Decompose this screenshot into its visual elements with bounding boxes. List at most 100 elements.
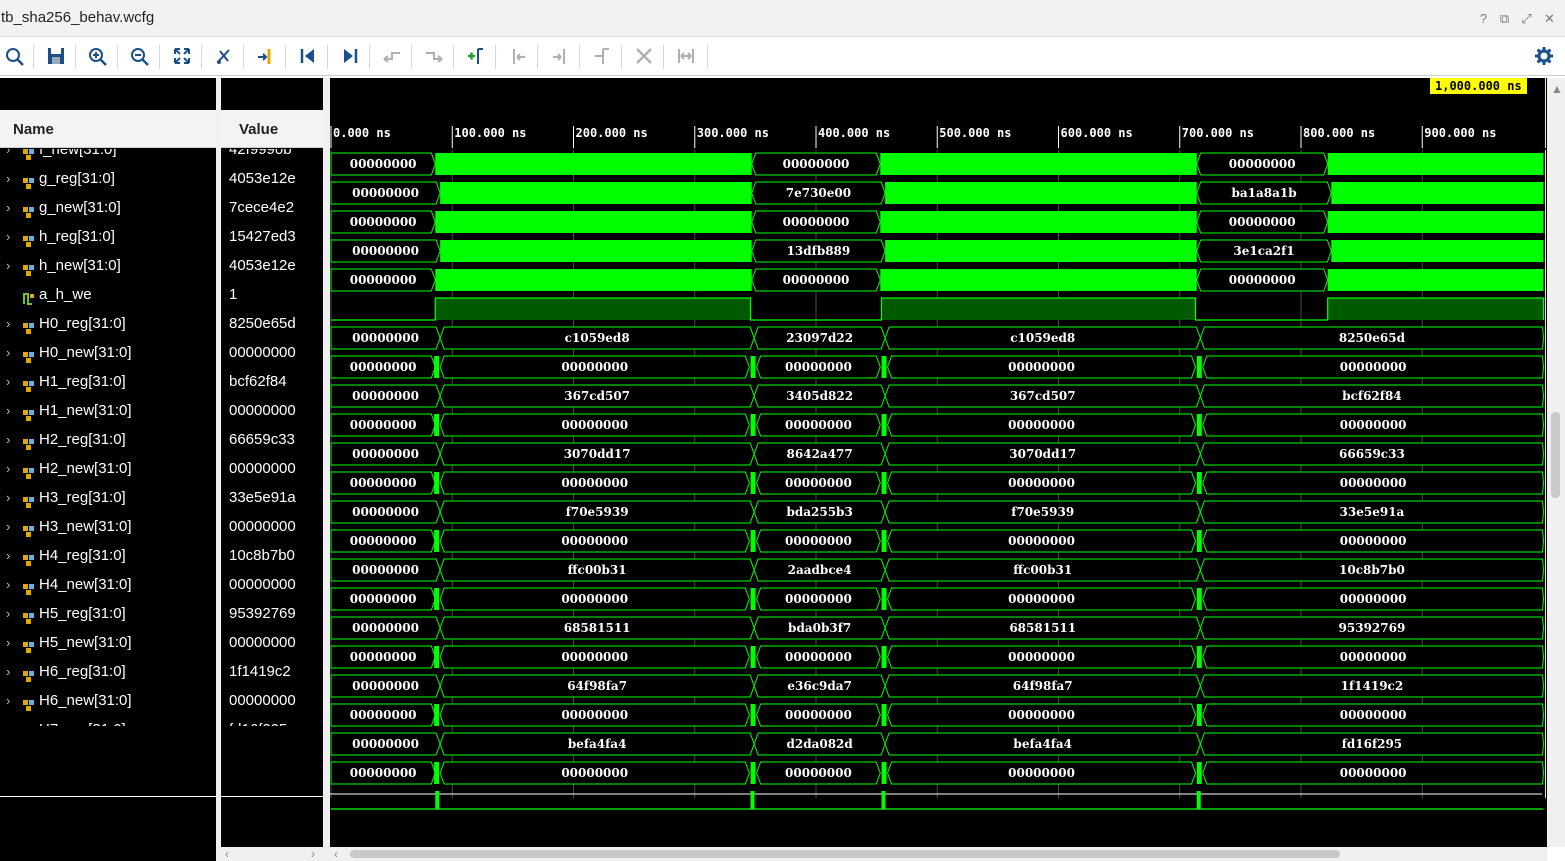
signal-row[interactable]: › H3_reg[31:0] [0,483,216,512]
maximize-icon[interactable]: ⤢ [1520,12,1533,25]
value-horizontal-scrollbar[interactable]: ‹ › [221,847,323,861]
signal-row[interactable]: › H0_new[31:0] [0,338,216,367]
expand-chevron-icon[interactable]: › [6,338,10,367]
signal-value: 15427ed3 [229,228,296,245]
help-icon[interactable]: ? [1477,12,1490,25]
cursor-time-label[interactable]: 1,000.000 ns [1430,78,1527,94]
busy-block [880,153,1197,175]
scroll-left-icon[interactable]: ‹ [225,847,229,861]
signal-row[interactable]: › H3_new[31:0] [0,512,216,541]
bus-value-label: 00000000 [785,592,852,606]
signal-row[interactable]: › H2_new[31:0] [0,454,216,483]
value-column-header[interactable]: Value [221,110,323,148]
transition-pulse [434,472,440,494]
toolbar-separator [159,45,160,69]
signal-row[interactable]: › H6_reg[31:0] [0,657,216,686]
signal-row[interactable]: › g_reg[31:0] [0,164,216,193]
expand-chevron-icon[interactable]: › [6,367,10,396]
signal-row[interactable]: › h_reg[31:0] [0,222,216,251]
prev-transition-icon[interactable] [380,45,404,67]
swap-cursors-icon[interactable] [590,45,614,67]
expand-chevron-icon[interactable]: › [6,628,10,657]
goto-start-icon[interactable] [296,45,320,67]
expand-chevron-icon[interactable]: › [6,454,10,483]
signal-name: H5_reg[31:0] [39,605,126,622]
signal-row[interactable]: › H2_reg[31:0] [0,425,216,454]
search-icon[interactable] [3,45,27,67]
expand-chevron-icon[interactable]: › [6,193,10,222]
bus-value-label: 68581511 [564,621,631,635]
signal-name: H2_new[31:0] [39,460,132,477]
bus-value-label: 00000000 [785,476,852,490]
horizontal-scroll-thumb[interactable] [350,850,1340,858]
zoom-in-icon[interactable] [86,45,110,67]
zoom-out-icon[interactable] [128,45,152,67]
snap-icon[interactable] [674,45,698,67]
bus-signal-icon [22,577,36,595]
signal-name: H0_reg[31:0] [39,315,126,332]
splitter[interactable] [323,78,330,861]
signal-value: 8250e65d [229,315,296,332]
signal-row[interactable]: a_h_we [0,280,216,309]
close-icon[interactable]: ✕ [1543,12,1556,25]
toolbar-separator [663,45,664,69]
next-marker-icon[interactable] [548,45,572,67]
name-column-header[interactable]: Name [0,110,216,148]
toolbar [0,37,1565,76]
expand-chevron-icon[interactable]: › [6,483,10,512]
expand-chevron-icon[interactable]: › [6,686,10,715]
window-title: tb_sha256_behav.wcfg [1,9,155,26]
save-icon[interactable] [44,45,68,67]
vertical-scrollbar[interactable]: ▲ [1547,78,1565,847]
expand-chevron-icon[interactable]: › [6,657,10,686]
signal-row[interactable]: › h_new[31:0] [0,251,216,280]
signal-row[interactable]: › H5_new[31:0] [0,628,216,657]
signal-row[interactable]: › H7_reg[31:0] [0,715,216,726]
time-tick-label: 800.000 ns [1303,126,1375,140]
cursor-remove-icon[interactable] [212,45,236,67]
bus-value-label: 64f98fa7 [1013,679,1073,693]
scroll-right-icon[interactable]: › [311,847,315,861]
restore-icon[interactable]: ⧉ [1498,12,1511,25]
next-transition-icon[interactable] [422,45,446,67]
bus-value-label: 00000000 [1340,708,1407,722]
vertical-scroll-thumb[interactable] [1551,412,1560,498]
expand-chevron-icon[interactable]: › [6,251,10,280]
prev-marker-icon[interactable] [506,45,530,67]
expand-chevron-icon[interactable]: › [6,541,10,570]
waveform-panel[interactable]: 0.000 ns 100.000 ns 200.000 ns 300.000 ns 40… [330,78,1547,847]
expand-chevron-icon[interactable]: › [6,425,10,454]
signal-row[interactable]: › H1_new[31:0] [0,396,216,425]
bus-value-label: 367cd507 [564,389,630,403]
goto-end-icon[interactable] [338,45,362,67]
expand-chevron-icon[interactable]: › [6,396,10,425]
waveform-canvas[interactable]: 0.000 ns 100.000 ns 200.000 ns 300.000 ns 40… [330,78,1547,847]
scroll-up-icon[interactable]: ▲ [1551,82,1563,96]
bus-value-label: 00000000 [1340,650,1407,664]
expand-chevron-icon[interactable]: › [6,512,10,541]
add-marker-icon[interactable] [464,45,488,67]
expand-chevron-icon[interactable]: › [6,222,10,251]
signal-row[interactable]: › H4_new[31:0] [0,570,216,599]
expand-chevron-icon[interactable]: › [6,309,10,338]
zoom-fit-icon[interactable] [170,45,194,67]
signal-row[interactable]: › H1_reg[31:0] [0,367,216,396]
expand-chevron-icon[interactable]: › [6,599,10,628]
expand-chevron-icon[interactable]: › [6,570,10,599]
horizontal-scrollbar[interactable]: ‹ [330,847,1547,861]
signal-row[interactable]: › H4_reg[31:0] [0,541,216,570]
signal-row[interactable]: › H6_new[31:0] [0,686,216,715]
value-column-label: Value [239,121,279,138]
goto-cursor-icon[interactable] [254,45,278,67]
timescale-mask [330,148,1547,150]
expand-chevron-icon[interactable]: › [6,164,10,193]
signal-row[interactable]: › g_new[31:0] [0,193,216,222]
delete-marker-icon[interactable] [632,45,656,67]
scroll-left-icon[interactable]: ‹ [334,847,338,861]
signal-row[interactable]: › H0_reg[31:0] [0,309,216,338]
bus-value-label: 00000000 [561,650,628,664]
signal-name: H5_new[31:0] [39,634,132,651]
settings-icon[interactable] [1532,45,1556,67]
signal-row[interactable]: › H5_reg[31:0] [0,599,216,628]
expand-chevron-icon[interactable]: › [6,715,10,726]
